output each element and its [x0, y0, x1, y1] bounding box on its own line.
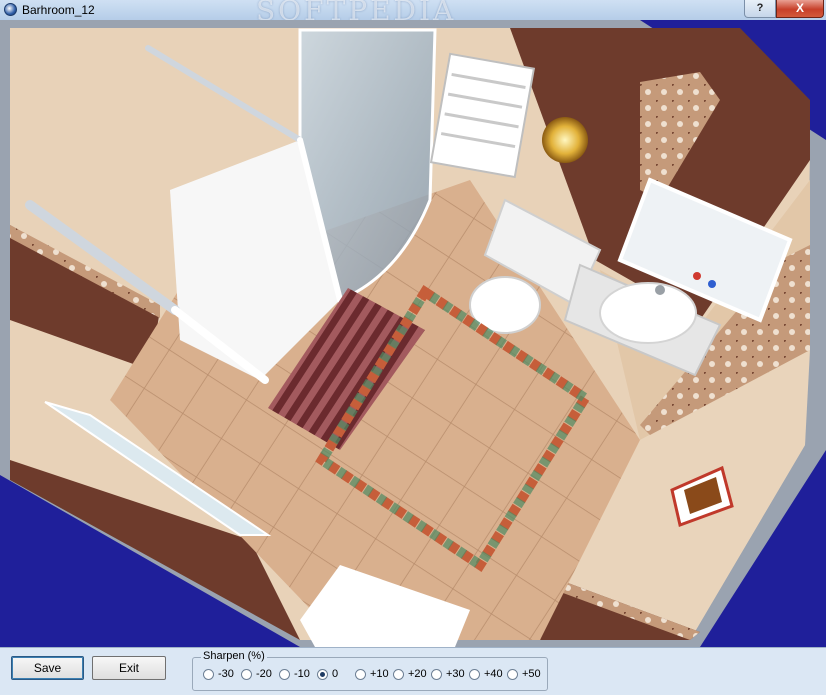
sharpen-option-plus10[interactable]: +10 [355, 668, 389, 680]
radio-icon [431, 668, 442, 680]
radio-label: +10 [370, 668, 389, 680]
save-button[interactable]: Save [11, 656, 84, 680]
sharpen-option-plus50[interactable]: +50 [507, 668, 541, 680]
app-icon [4, 3, 17, 16]
radio-label: +30 [446, 668, 465, 680]
sharpen-option-plus40[interactable]: +40 [469, 668, 503, 680]
sharpen-option-minus20[interactable]: -20 [241, 668, 272, 680]
title-bar[interactable]: Barhroom_12 SOFTPEDIA ? X [0, 0, 826, 27]
window-title: Barhroom_12 [22, 3, 95, 17]
sharpen-option-minus30[interactable]: -30 [203, 668, 234, 680]
radio-selected-icon [317, 668, 328, 680]
radio-label: -10 [294, 668, 310, 680]
close-button[interactable]: X [776, 0, 824, 18]
sharpen-option-0[interactable]: 0 [317, 668, 338, 680]
radio-label: -30 [218, 668, 234, 680]
hot-tap-icon [693, 272, 701, 280]
radio-label: +40 [484, 668, 503, 680]
faucet-icon [655, 285, 665, 295]
radio-icon [355, 668, 366, 680]
sink-basin [599, 282, 697, 344]
cold-tap-icon [708, 280, 716, 288]
sharpen-option-plus30[interactable]: +30 [431, 668, 465, 680]
sharpen-group: Sharpen (%) -30 -20 -10 0 +10 +20 +30 +4… [192, 650, 548, 691]
radio-label: -20 [256, 668, 272, 680]
wall-lamp [542, 117, 588, 163]
sharpen-option-plus20[interactable]: +20 [393, 668, 427, 680]
exit-button[interactable]: Exit [92, 656, 166, 680]
app-window: Barhroom_12 SOFTPEDIA ? X Save Exit Shar… [0, 0, 826, 695]
radio-label: 0 [332, 668, 339, 680]
radio-icon [203, 668, 214, 680]
help-button[interactable]: ? [744, 0, 776, 18]
3d-viewport[interactable] [0, 20, 826, 647]
radio-label: +50 [522, 668, 541, 680]
sharpen-option-minus10[interactable]: -10 [279, 668, 310, 680]
radio-icon [241, 668, 252, 680]
sharpen-label: Sharpen (%) [201, 650, 267, 662]
radio-icon [507, 668, 518, 680]
bottom-toolbar: Save Exit Sharpen (%) -30 -20 -10 0 +10 … [0, 647, 826, 695]
bathroom-render [0, 20, 826, 647]
radio-icon [279, 668, 290, 680]
radio-label: +20 [408, 668, 427, 680]
radio-icon [393, 668, 404, 680]
radio-icon [469, 668, 480, 680]
